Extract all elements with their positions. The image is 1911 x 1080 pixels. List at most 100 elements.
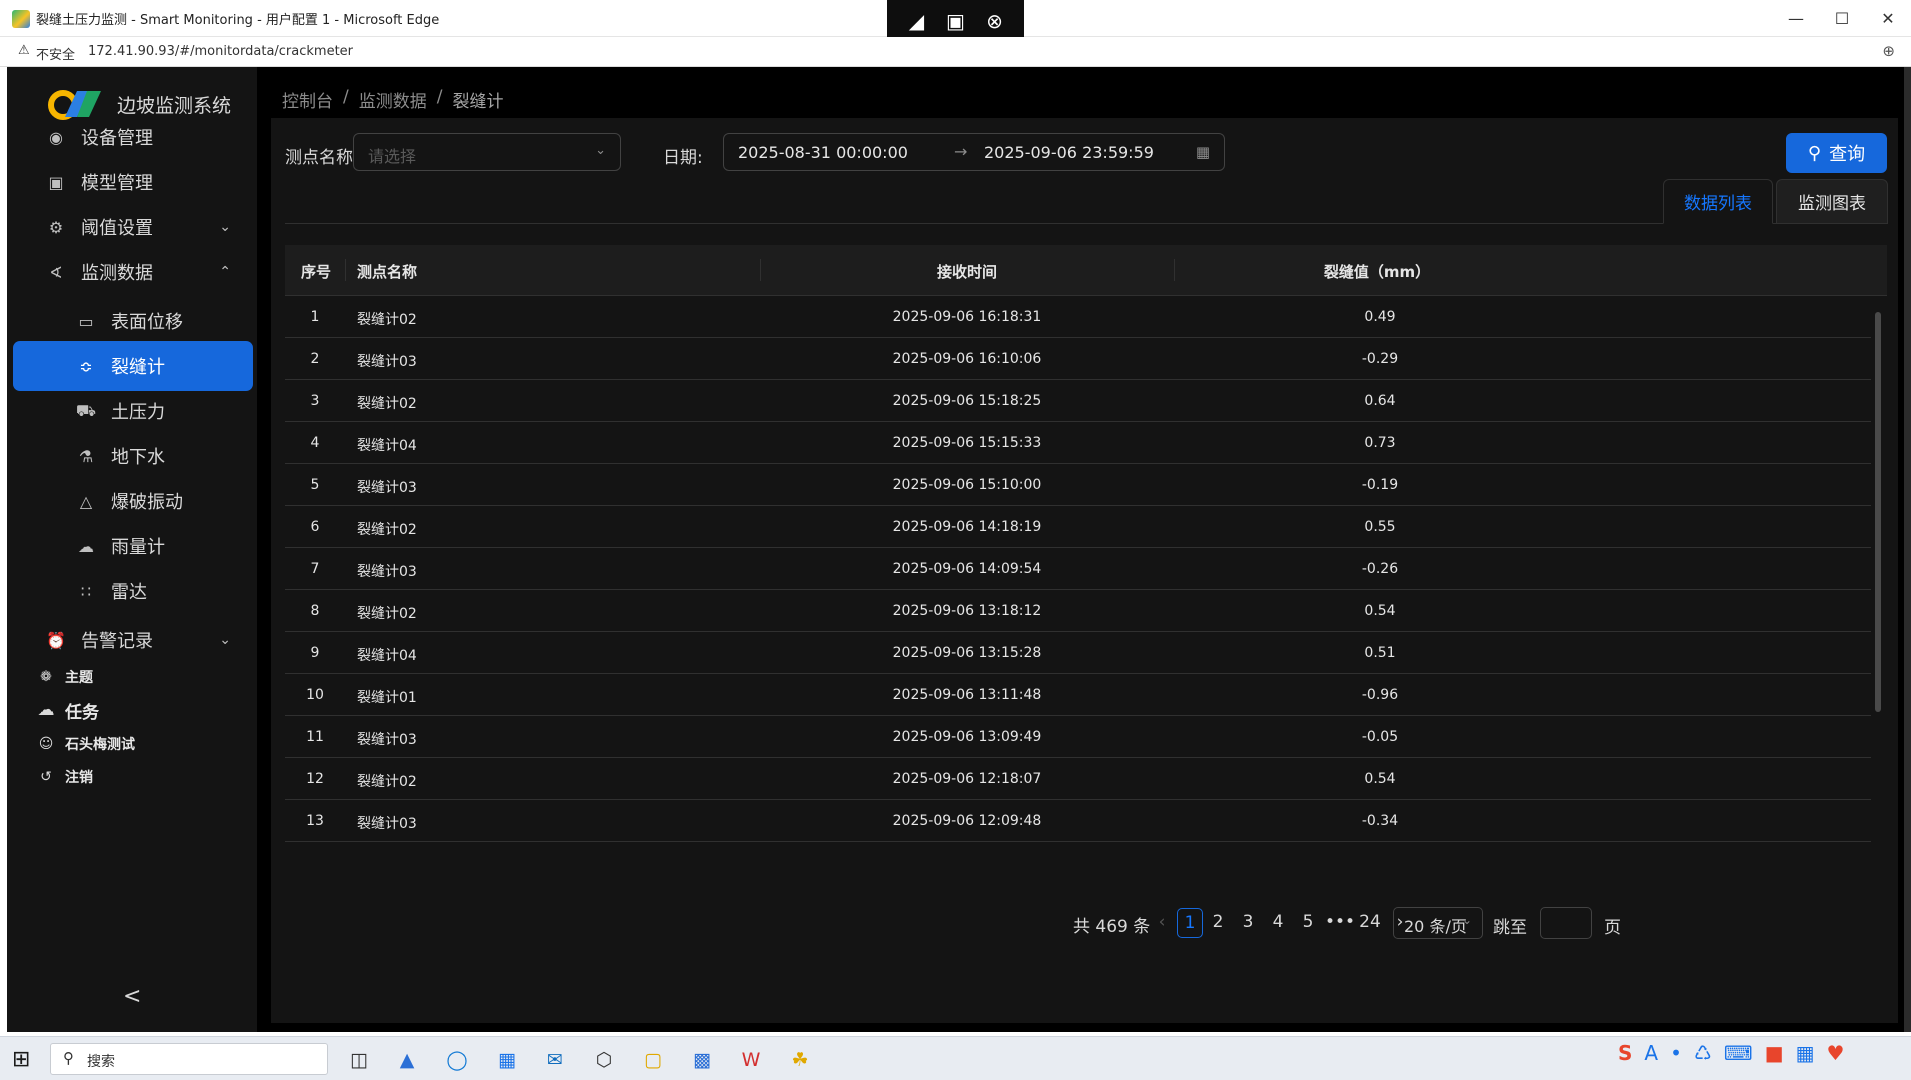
cell-index: 4 [310,435,320,451]
breadcrumb-item[interactable]: 监测数据 [359,87,427,112]
wps-office-icon[interactable]: W [736,1045,766,1075]
table-row[interactable]: 13 裂缝计03 2025-09-06 12:09:48 -0.34 [285,800,1871,842]
toolbox-icon[interactable]: ■ [1765,1041,1784,1065]
sidebar-collapse-button[interactable]: < [123,984,141,1009]
menu-item-label: 告警记录 [81,631,153,652]
point-name-select[interactable]: 请选择 ⌄ [353,133,621,171]
date-range-picker[interactable]: 2025-08-31 00:00:00 → 2025-09-06 23:59:5… [723,133,1225,171]
menu-item-label: 爆破振动 [111,492,183,513]
more-pages-ellipsis[interactable]: ••• [1323,908,1357,938]
cell-index: 7 [310,561,320,577]
menu-item-device-management[interactable]: ◉ 设备管理 [13,112,253,162]
menu-item-threshold-settings[interactable]: ⚙ 阈值设置 ⌄ [13,202,253,252]
page-1-button[interactable]: 1 [1177,908,1203,938]
ime-mode-icon[interactable]: A [1644,1041,1658,1065]
cell-value: 0.51 [1364,645,1396,661]
tab-data-list[interactable]: 数据列表 [1663,179,1773,224]
disconnect-icon[interactable]: ⊗ [980,9,1010,33]
cell-value: 0.54 [1364,771,1396,787]
submenu-item-surface-displacement[interactable]: ▭ 表面位移 [13,296,253,346]
pinned-app-icon[interactable]: ▲ [392,1045,422,1075]
pin-icon[interactable]: ◢ [902,9,932,33]
table-row[interactable]: 10 裂缝计01 2025-09-06 13:11:48 -0.96 [285,674,1871,716]
table-row[interactable]: 8 裂缝计02 2025-09-06 13:18:12 0.54 [285,590,1871,632]
theme-label: 主题 [65,670,93,686]
table-scrollbar[interactable] [1875,302,1883,847]
fit-screen-icon[interactable]: ▣ [941,9,971,33]
table-row[interactable]: 2 裂缝计03 2025-09-06 16:10:06 -0.29 [285,338,1871,380]
keyboard-icon[interactable]: ⌨ [1724,1041,1753,1065]
sogou-input-icon[interactable]: S [1618,1041,1632,1065]
page-size-select[interactable]: 20 条/页 ⌄ [1393,907,1483,939]
date-end-input[interactable]: 2025-09-06 23:59:59 [984,143,1154,162]
submenu-item-earth-pressure[interactable]: ⛟ 土压力 [13,386,253,436]
table-row[interactable]: 5 裂缝计03 2025-09-06 15:10:00 -0.19 [285,464,1871,506]
edge-browser-icon[interactable]: ◯ [442,1045,472,1075]
skin-tray-icon[interactable]: ♥ [1827,1041,1845,1065]
table-row[interactable]: 4 裂缝计04 2025-09-06 15:15:33 0.73 [285,422,1871,464]
page-5-button[interactable]: 5 [1297,908,1319,938]
submenu-item-radar[interactable]: ∷ 雷达 [13,566,253,616]
scrollbar-thumb[interactable] [1875,312,1881,712]
store-icon[interactable]: ▦ [492,1045,522,1075]
point-name-label: 测点名称: [285,148,359,168]
maximize-button[interactable]: ☐ [1819,0,1865,37]
logout-item[interactable]: ↺ 注销 [37,764,93,790]
jump-page-input[interactable] [1540,907,1592,939]
location-pin-icon: ◉ [49,127,63,147]
theme-item[interactable]: ❁ 主题 [37,664,93,690]
table-row[interactable]: 7 裂缝计03 2025-09-06 14:09:54 -0.26 [285,548,1871,590]
submenu-item-groundwater[interactable]: ⚗ 地下水 [13,431,253,481]
zoom-icon[interactable]: ⊕ [1882,42,1895,60]
table-row[interactable]: 3 裂缝计02 2025-09-06 15:18:25 0.64 [285,380,1871,422]
punctuation-icon[interactable]: • [1670,1041,1682,1065]
window-title: 裂缝土压力监测 - Smart Monitoring - 用户配置 1 - Mi… [36,13,440,28]
submenu-item-blasting-vibration[interactable]: △ 爆破振动 [13,476,253,526]
microphone-icon[interactable]: ♺ [1694,1041,1712,1065]
query-button[interactable]: ⚲ 查询 [1786,133,1887,173]
user-item[interactable]: ☺ 石头梅测试 [37,731,135,757]
table-row[interactable]: 9 裂缝计04 2025-09-06 13:15:28 0.51 [285,632,1871,674]
mail-icon[interactable]: ✉ [540,1045,570,1075]
minimize-button[interactable]: — [1773,0,1819,37]
cloud-upload-icon: ☁ [37,700,55,720]
date-start-input[interactable]: 2025-08-31 00:00:00 [738,143,908,162]
apps-grid-icon[interactable]: ▦ [1796,1041,1815,1065]
submenu-item-crackmeter[interactable]: ≎ 裂缝计 [13,341,253,391]
table-row[interactable]: 12 裂缝计02 2025-09-06 12:18:07 0.54 [285,758,1871,800]
user-icon: ☺ [38,736,54,752]
task-view-icon[interactable]: ◫ [344,1045,374,1075]
table-row[interactable]: 6 裂缝计02 2025-09-06 14:18:19 0.55 [285,506,1871,548]
page-3-button[interactable]: 3 [1237,908,1259,938]
page-last-button[interactable]: 24 [1359,908,1381,938]
tab-monitoring-chart[interactable]: 监测图表 [1776,179,1888,224]
browser-app-icon[interactable]: ☘ [785,1045,815,1075]
site-favicon-icon [12,10,30,28]
cell-point-name: 裂缝计02 [357,606,417,622]
cell-time: 2025-09-06 12:18:07 [892,771,1042,787]
cell-time: 2025-09-06 15:15:33 [892,435,1042,451]
task-item[interactable]: ☁ 任务 [37,697,100,723]
remote-desktop-icon[interactable]: ▩ [687,1045,717,1075]
close-button[interactable]: ✕ [1865,0,1911,37]
menu-item-model-management[interactable]: ▣ 模型管理 [13,157,253,207]
table-row[interactable]: 1 裂缝计02 2025-09-06 16:18:31 0.49 [285,296,1871,338]
page-2-button[interactable]: 2 [1207,908,1229,938]
table-row[interactable]: 11 裂缝计03 2025-09-06 13:09:49 -0.05 [285,716,1871,758]
arrow-right-icon: → [954,142,968,161]
url-field[interactable]: 172.41.90.93/#/monitordata/crackmeter [88,44,353,59]
breadcrumb-item[interactable]: 控制台 [282,87,333,112]
menu-item-monitoring-data[interactable]: ∢ 监测数据 ⌃ [13,247,253,297]
windows-start-icon[interactable]: ⊞ [12,1047,30,1072]
file-explorer-icon[interactable]: ▢ [638,1045,668,1075]
prev-page-button[interactable]: ‹ [1151,908,1173,938]
breadcrumb: 控制台 / 监测数据 / 裂缝计 [282,87,503,112]
submenu-item-rain-gauge[interactable]: ☁ 雨量计 [13,521,253,571]
menu-item-label: 雨量计 [111,537,165,558]
taskbar-search[interactable]: ⚲ 搜索 [50,1043,328,1075]
menu-item-alarm-records[interactable]: ⏰ 告警记录 ⌄ [13,615,253,665]
package-icon[interactable]: ⬡ [589,1045,619,1075]
security-label[interactable]: 不安全 [36,44,75,63]
cell-index: 12 [306,771,324,787]
page-4-button[interactable]: 4 [1267,908,1289,938]
